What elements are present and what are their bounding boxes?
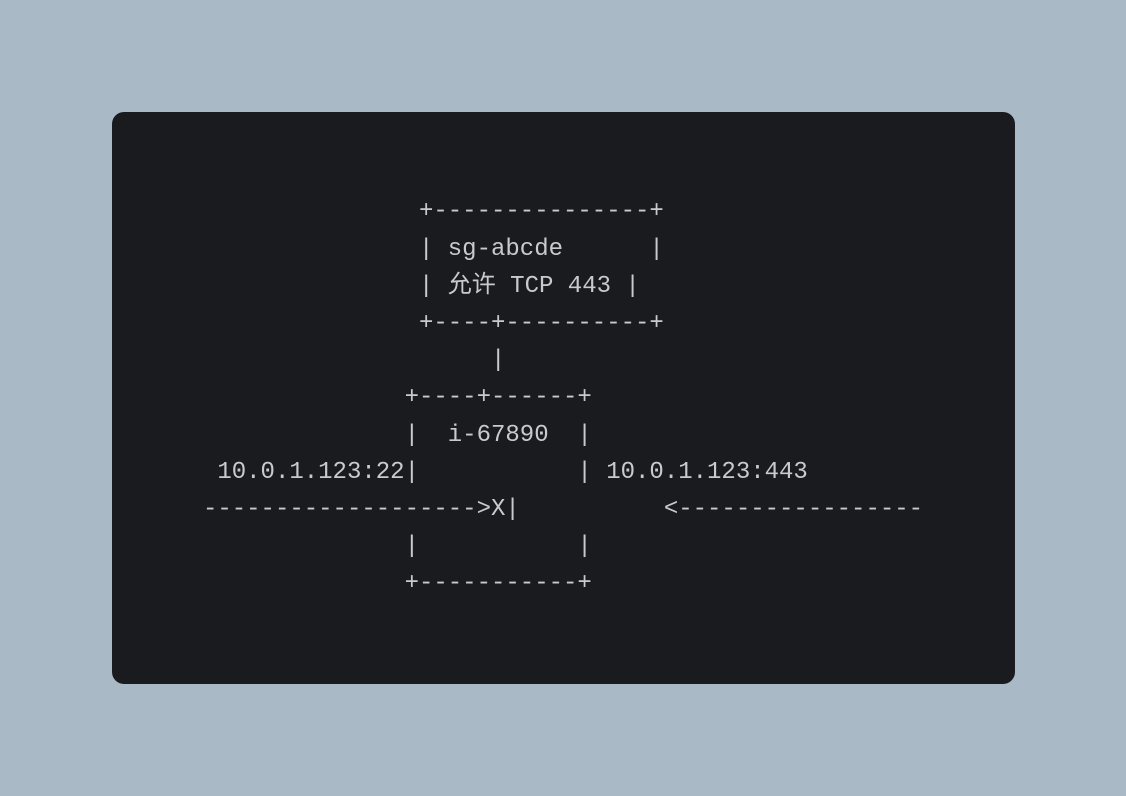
terminal-panel: +---------------+ | sg-abcde | | 允许 TCP … — [112, 112, 1015, 684]
ascii-network-diagram: +---------------+ | sg-abcde | | 允许 TCP … — [203, 193, 923, 602]
